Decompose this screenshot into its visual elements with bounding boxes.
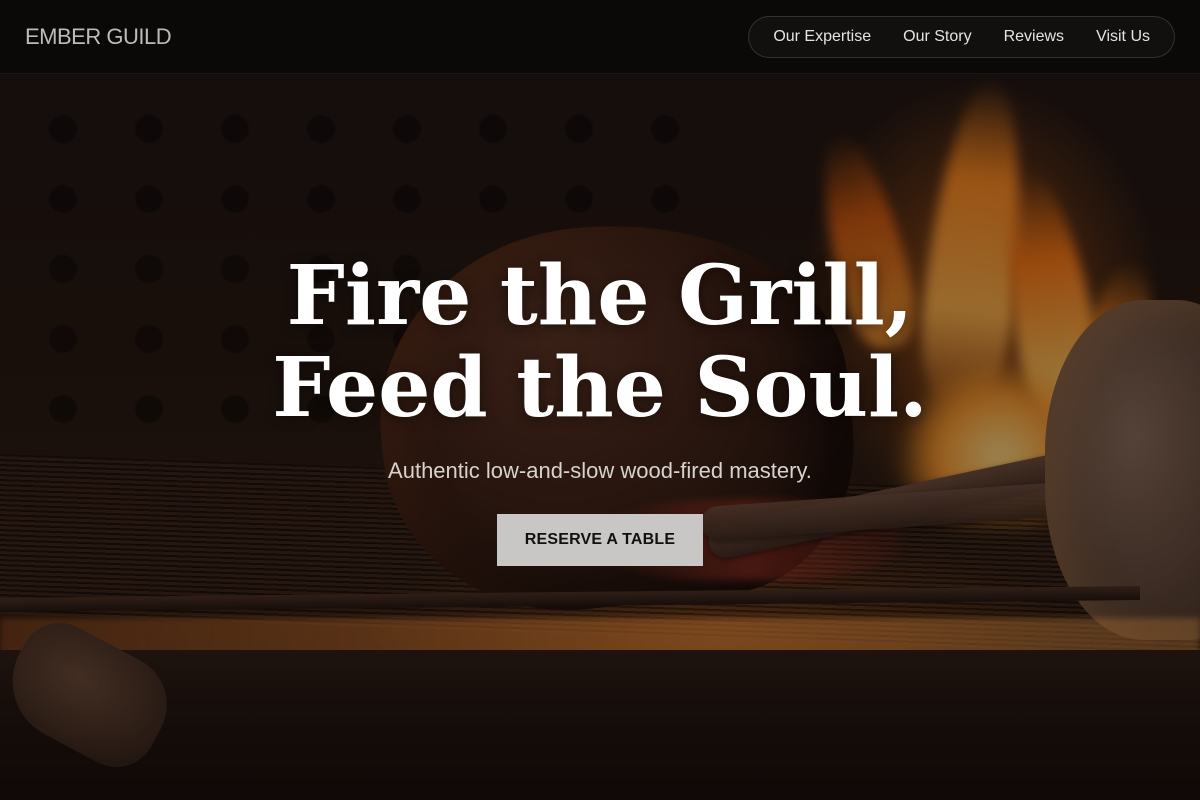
nav-link-reviews[interactable]: Reviews [1004, 28, 1064, 46]
hero-headline-line-2: Feed the Soul. [272, 340, 928, 436]
brand-logo[interactable]: EMBER GUILD [25, 24, 172, 50]
hero-headline-line-1: Fire the Grill, [286, 248, 914, 344]
hero-section: Fire the Grill, Feed the Soul. Authentic… [0, 0, 1200, 800]
nav-link-our-expertise[interactable]: Our Expertise [773, 28, 871, 46]
nav-link-visit-us[interactable]: Visit Us [1096, 28, 1150, 46]
landing-page: EMBER GUILD Our Expertise Our Story Revi… [0, 0, 1200, 800]
site-header: EMBER GUILD Our Expertise Our Story Revi… [0, 0, 1200, 74]
main-nav: Our Expertise Our Story Reviews Visit Us [748, 15, 1175, 58]
hero-subtitle: Authentic low-and-slow wood-fired master… [388, 458, 812, 483]
reserve-table-button[interactable]: RESERVE A TABLE [497, 514, 703, 566]
nav-link-our-story[interactable]: Our Story [903, 28, 971, 46]
hero-headline: Fire the Grill, Feed the Soul. [0, 250, 1200, 434]
